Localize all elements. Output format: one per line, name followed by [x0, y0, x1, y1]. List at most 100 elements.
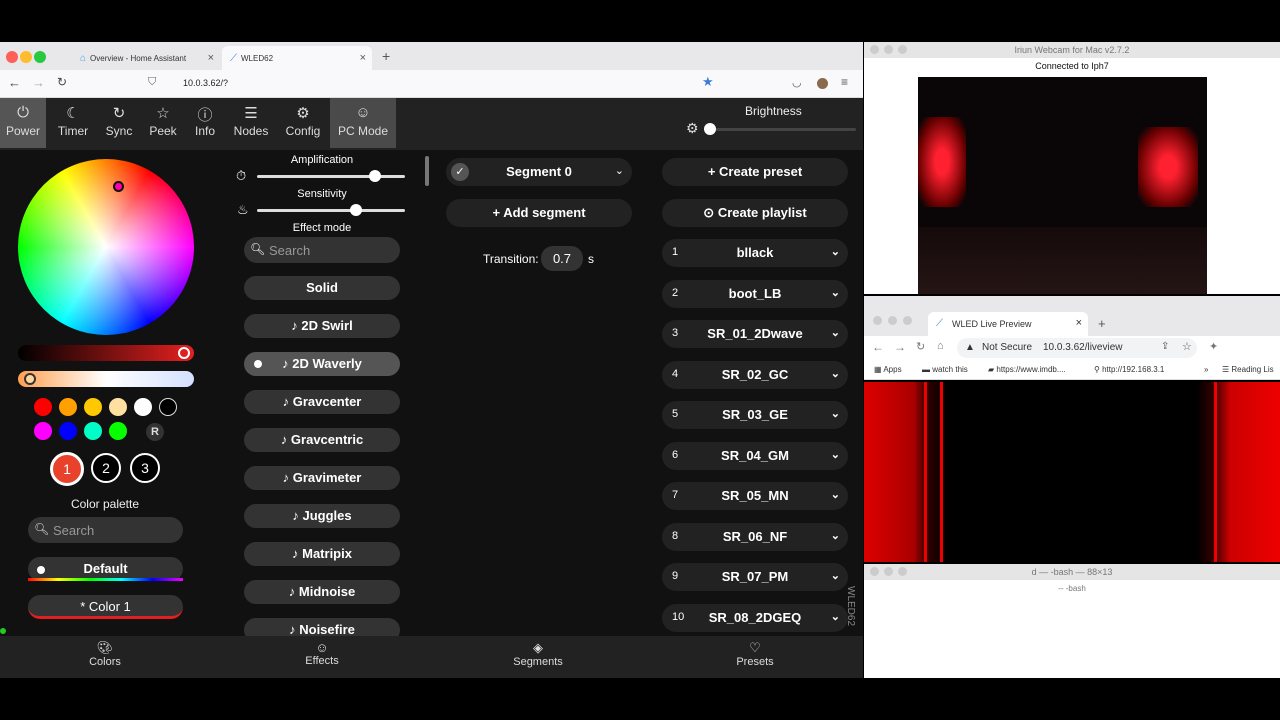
reading-list[interactable]: ☰ Reading Lis [1222, 365, 1274, 374]
minimize-window-button[interactable] [20, 51, 32, 63]
preset-item[interactable]: 1 bllack ⌄ [662, 239, 848, 267]
pocket-icon[interactable]: ◡ [792, 76, 802, 89]
chevron-down-icon[interactable]: ⌄ [831, 529, 840, 542]
brightness-slider[interactable] [710, 128, 856, 131]
preset-item[interactable]: 9 SR_07_PM ⌄ [662, 563, 848, 591]
palette-default[interactable]: Default [28, 557, 183, 581]
color-swatch[interactable] [159, 398, 177, 416]
palette-search[interactable]: 🔍︎ Search [28, 517, 183, 543]
timer-button[interactable]: ☾ Timer [50, 98, 96, 148]
peek-button[interactable]: ☆ Peek [140, 98, 186, 148]
bookmark-apps[interactable]: ▦ Apps [874, 365, 902, 374]
segment-0[interactable]: ✓ Segment 0 ⌄ [446, 158, 632, 186]
effect-item[interactable]: Solid [244, 276, 400, 300]
avatar[interactable] [817, 78, 828, 89]
kelvin-slider-knob[interactable] [24, 373, 36, 385]
bookmark-imdb[interactable]: ▰ https://www.imdb.... [988, 365, 1066, 374]
color-swatch[interactable] [134, 398, 152, 416]
info-button[interactable]: ⓘ Info [182, 98, 228, 148]
nodes-button[interactable]: ☰ Nodes [228, 98, 274, 148]
bookmark-router[interactable]: ⚲ http://192.168.3.1 [1094, 365, 1164, 374]
brightness-knob[interactable] [704, 123, 716, 135]
color-swatch[interactable] [59, 422, 77, 440]
preset-item[interactable]: 5 SR_03_GE ⌄ [662, 401, 848, 429]
tab-segments[interactable]: ◈ Segments [493, 636, 583, 678]
amplification-knob[interactable] [369, 170, 382, 182]
chevron-down-icon[interactable]: ⌄ [615, 164, 624, 177]
tab-wled62[interactable]: ⟋ WLED62 × [222, 46, 372, 70]
effect-item[interactable]: ♪ Matripix [244, 542, 400, 566]
effect-item[interactable]: ♪ Gravimeter [244, 466, 400, 490]
color-slot-3[interactable]: 3 [130, 453, 160, 483]
chevron-down-icon[interactable]: ⌄ [831, 569, 840, 582]
value-slider-knob[interactable] [178, 347, 190, 359]
effect-item[interactable]: ♪ Gravcentric [244, 428, 400, 452]
bookmark-star-icon[interactable]: ★ [702, 74, 714, 90]
checkmark-icon[interactable]: ✓ [451, 163, 469, 181]
add-segment-button[interactable]: + Add segment [446, 199, 632, 227]
tab-presets[interactable]: ♡ Presets [710, 636, 800, 678]
forward-icon[interactable]: → [32, 75, 45, 90]
color-wheel[interactable] [18, 159, 194, 335]
chevron-down-icon[interactable]: ⌄ [831, 407, 840, 420]
tab-home-assistant[interactable]: ⌂ Overview - Home Assistant × [72, 46, 220, 70]
zoom-window-button[interactable] [903, 316, 912, 325]
value-slider[interactable] [18, 345, 194, 361]
chevron-down-icon[interactable]: ⌄ [831, 610, 840, 623]
extension-icon[interactable]: ✦ [1209, 340, 1218, 353]
forward-icon[interactable]: → [894, 340, 906, 354]
effects-scrollbar[interactable] [425, 156, 429, 186]
power-button[interactable]: ⏻ Power [0, 98, 46, 148]
effect-item[interactable]: ♪ Gravcenter [244, 390, 400, 414]
close-window-button[interactable] [6, 51, 18, 63]
sensitivity-slider[interactable] [257, 209, 405, 212]
transition-input[interactable]: 0.7 [541, 246, 583, 271]
shield-icon[interactable]: ⛉ [148, 76, 156, 89]
tab-effects[interactable]: ☺ Effects [277, 636, 367, 678]
minimize-window-button[interactable] [888, 316, 897, 325]
color-swatch[interactable] [109, 422, 127, 440]
chevron-down-icon[interactable]: ⌄ [831, 488, 840, 501]
home-icon[interactable]: ⌂ [937, 340, 944, 352]
preset-item[interactable]: 4 SR_02_GC ⌄ [662, 360, 848, 389]
palette-search-input[interactable]: Search [53, 523, 94, 538]
color-swatch[interactable] [84, 398, 102, 416]
effect-search-input[interactable]: Search [269, 243, 310, 258]
chevron-down-icon[interactable]: ⌄ [831, 326, 840, 339]
chevron-down-icon[interactable]: ⌄ [831, 448, 840, 461]
preset-item[interactable]: 8 SR_06_NF ⌄ [662, 522, 848, 551]
bookmark-watch[interactable]: ▬ watch this [922, 365, 968, 374]
close-tab-icon[interactable]: × [1076, 317, 1082, 329]
palette-color-1[interactable]: * Color 1 [28, 595, 183, 619]
zoom-window-button[interactable] [34, 51, 46, 63]
config-button[interactable]: ⚙ Config [280, 98, 326, 148]
preset-item[interactable]: 6 SR_04_GM ⌄ [662, 441, 848, 470]
color-slot-2[interactable]: 2 [91, 453, 121, 483]
back-icon[interactable]: ← [872, 340, 884, 354]
preset-item[interactable]: 3 SR_01_2Dwave ⌄ [662, 320, 848, 348]
address-field[interactable]: 10.0.3.62/? [183, 78, 228, 88]
color-swatch[interactable] [84, 422, 102, 440]
create-preset-button[interactable]: + Create preset [662, 158, 848, 186]
back-icon[interactable]: ← [8, 75, 21, 90]
random-color-button[interactable]: R [146, 423, 164, 441]
bookmark-star-icon[interactable]: ☆ [1182, 340, 1192, 353]
chevron-down-icon[interactable]: ⌄ [831, 367, 840, 380]
pc-mode-button[interactable]: ☺ PC Mode [330, 98, 396, 148]
effect-item[interactable]: ♪ Midnoise [244, 580, 400, 604]
effect-item[interactable]: ♪ 2D Waverly [244, 352, 400, 376]
reload-icon[interactable]: ↻ [57, 75, 67, 89]
kelvin-slider[interactable] [18, 371, 194, 387]
color-swatch[interactable] [34, 422, 52, 440]
close-tab-icon[interactable]: × [208, 52, 214, 64]
close-window-button[interactable] [873, 316, 882, 325]
color-swatch[interactable] [109, 398, 127, 416]
color-swatch[interactable] [34, 398, 52, 416]
effect-search[interactable]: 🔍︎ Search [244, 237, 400, 263]
create-playlist-button[interactable]: ⊙ Create playlist [662, 199, 848, 227]
chevron-down-icon[interactable]: ⌄ [831, 245, 840, 258]
amplification-slider[interactable] [257, 175, 405, 178]
bookmarks-overflow-icon[interactable]: » [1204, 365, 1208, 374]
preset-item[interactable]: 10 SR_08_2DGEQ ⌄ [662, 603, 848, 632]
sensitivity-knob[interactable] [350, 204, 363, 216]
